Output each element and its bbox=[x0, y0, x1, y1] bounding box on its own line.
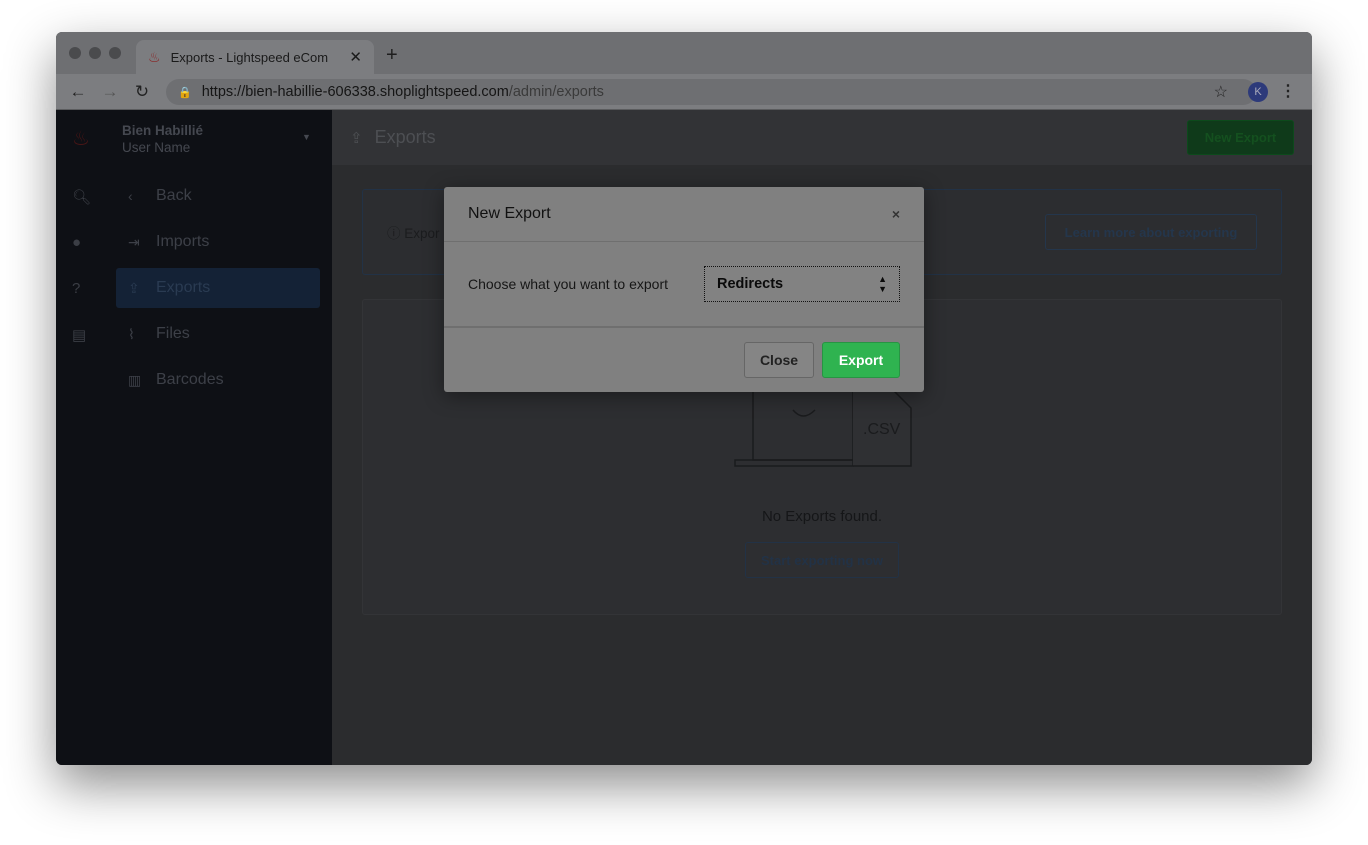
sidebar-item-barcodes[interactable]: ▥ Barcodes bbox=[116, 360, 320, 400]
icon-rail: ♨ 🔍︎ ● ? ▤ bbox=[56, 110, 104, 765]
maximize-window-button[interactable] bbox=[109, 47, 121, 59]
sidebar-item-back[interactable]: ‹ Back bbox=[116, 176, 320, 216]
close-window-button[interactable] bbox=[69, 47, 81, 59]
sidebar-item-label: Imports bbox=[156, 233, 210, 250]
info-icon: ⓘ bbox=[387, 226, 405, 241]
select-arrows-icon: ▲ ▼ bbox=[878, 274, 887, 294]
profile-avatar[interactable]: K bbox=[1248, 82, 1268, 102]
export-type-select[interactable]: Redirects ▲ ▼ bbox=[704, 266, 900, 302]
paperclip-icon: ⌇ bbox=[128, 325, 135, 342]
forward-arrow-icon[interactable]: → bbox=[94, 82, 126, 102]
close-tab-icon[interactable]: ✕ bbox=[349, 48, 362, 66]
sidebar-item-imports[interactable]: ⇥ Imports bbox=[116, 222, 320, 262]
browser-tab[interactable]: ♨ Exports - Lightspeed eCom ✕ bbox=[136, 40, 374, 74]
export-button[interactable]: Export bbox=[822, 342, 900, 378]
lock-icon: 🔒 bbox=[178, 86, 192, 99]
search-icon[interactable]: 🔍︎ bbox=[72, 188, 91, 206]
export-icon: ⇪ bbox=[128, 279, 140, 296]
csv-label: .CSV bbox=[863, 421, 901, 438]
chevron-left-icon: ‹ bbox=[128, 188, 133, 204]
modal-footer: Close Export bbox=[444, 328, 924, 392]
sidebar-item-label: Files bbox=[156, 325, 190, 342]
tab-bar: ♨ Exports - Lightspeed eCom ✕ + bbox=[56, 32, 1312, 74]
new-export-button[interactable]: New Export bbox=[1187, 120, 1294, 155]
modal-body: Choose what you want to export Redirects… bbox=[444, 242, 924, 328]
minimize-window-button[interactable] bbox=[89, 47, 101, 59]
export-icon: ⇪ bbox=[350, 129, 363, 147]
url-field[interactable]: 🔒 https://bien-habillie-606338.shoplight… bbox=[166, 79, 1256, 105]
start-exporting-button[interactable]: Start exporting now bbox=[745, 542, 899, 578]
page-header: ⇪ Exports New Export bbox=[332, 110, 1312, 165]
browser-menu-icon[interactable]: ⋮ bbox=[1280, 81, 1296, 101]
user-name: User Name bbox=[122, 140, 191, 155]
new-export-modal: New Export × Choose what you want to exp… bbox=[444, 187, 924, 392]
caret-down-icon[interactable]: ▼ bbox=[302, 132, 311, 142]
help-icon[interactable]: ? bbox=[72, 280, 80, 297]
info-text: Expor bbox=[404, 226, 440, 241]
export-type-label: Choose what you want to export bbox=[468, 276, 669, 292]
empty-message: No Exports found. bbox=[761, 508, 883, 525]
modal-title: New Export bbox=[468, 205, 551, 222]
sidebar-item-exports[interactable]: ⇪ Exports bbox=[116, 268, 320, 308]
sidebar-item-label: Back bbox=[156, 187, 192, 204]
store-switcher[interactable]: Bien Habillié User Name bbox=[122, 122, 203, 156]
tab-title: Exports - Lightspeed eCom bbox=[170, 49, 329, 65]
store-name: Bien Habillié bbox=[122, 123, 204, 138]
url-host: https://bien-habillie-606338.shoplightsp… bbox=[201, 84, 509, 100]
sidebar-item-label: Barcodes bbox=[156, 371, 224, 388]
selected-value: Redirects bbox=[717, 276, 784, 292]
bell-icon[interactable]: ● bbox=[72, 234, 81, 251]
barcode-icon: ▥ bbox=[128, 371, 142, 388]
new-tab-button[interactable]: + bbox=[386, 44, 398, 67]
url-path: /admin/exports bbox=[508, 84, 604, 100]
reload-icon[interactable]: ↻ bbox=[126, 82, 158, 102]
lightspeed-logo-icon: ♨ bbox=[72, 128, 90, 150]
store-icon[interactable]: ▤ bbox=[72, 326, 86, 344]
learn-more-button[interactable]: Learn more about exporting bbox=[1045, 214, 1257, 250]
back-arrow-icon[interactable]: ← bbox=[62, 82, 94, 102]
sidebar: ♨ 🔍︎ ● ? ▤ Bien Habillié User Name ▼ ‹ Ba… bbox=[56, 110, 332, 765]
csv-illustration-icon: .CSV bbox=[734, 390, 912, 467]
page-title: Exports bbox=[374, 127, 436, 147]
modal-header: New Export × bbox=[444, 187, 924, 242]
lightspeed-logo-icon: ♨ bbox=[148, 48, 161, 65]
address-bar-row: ← → ↻ 🔒 https://bien-habillie-606338.sho… bbox=[56, 74, 1312, 110]
browser-window: ♨ Exports - Lightspeed eCom ✕ + ← → ↻ 🔒 … bbox=[56, 32, 1312, 765]
import-icon: ⇥ bbox=[128, 233, 140, 250]
sidebar-item-label: Exports bbox=[156, 279, 211, 296]
close-button[interactable]: Close bbox=[744, 342, 814, 378]
close-icon[interactable]: × bbox=[892, 206, 900, 222]
bookmark-star-icon[interactable]: ☆ bbox=[1214, 82, 1228, 102]
sidebar-item-files[interactable]: ⌇ Files bbox=[116, 314, 320, 354]
